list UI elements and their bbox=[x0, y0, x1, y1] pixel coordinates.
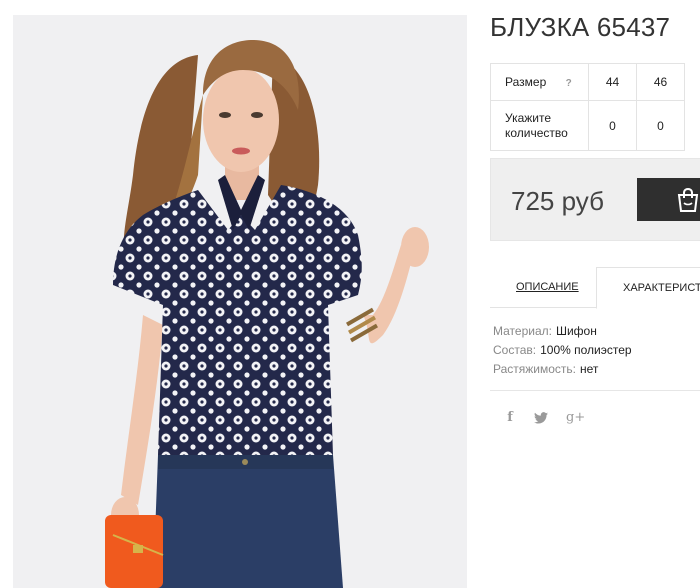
spec-key: Растяжимость: bbox=[493, 362, 577, 376]
twitter-icon[interactable] bbox=[534, 411, 548, 424]
spec-row-composition: Состав: 100% полиэстер bbox=[493, 341, 632, 360]
quantity-label: Укажите количество bbox=[490, 100, 589, 151]
size-label: Размер bbox=[505, 75, 547, 89]
characteristics-list: Материал: Шифон Состав: 100% полиэстер Рас… bbox=[493, 322, 632, 379]
quantity-input-46[interactable]: 0 bbox=[636, 100, 685, 151]
size-label-cell: Размер ? bbox=[490, 63, 589, 101]
product-title: БЛУЗКА 65437 bbox=[490, 12, 671, 42]
shopping-bag-icon bbox=[677, 187, 699, 212]
facebook-icon[interactable]: f bbox=[504, 410, 516, 425]
price-panel: 725 руб bbox=[490, 158, 700, 241]
spec-value: нет bbox=[580, 362, 599, 376]
spec-row-stretch: Растяжимость: нет bbox=[493, 360, 632, 379]
size-quantity-table: Размер ? 44 46 Укажите количество 0 0 bbox=[490, 63, 685, 151]
quantity-input-44[interactable]: 0 bbox=[588, 100, 637, 151]
size-option-44[interactable]: 44 bbox=[588, 63, 637, 101]
product-tabs: ОПИСАНИЕ ХАРАКТЕРИСТИКИ bbox=[490, 267, 700, 309]
spec-value: 100% полиэстер bbox=[540, 343, 632, 357]
google-plus-icon[interactable]: g+ bbox=[566, 410, 585, 425]
spec-key: Состав: bbox=[493, 343, 537, 357]
size-option-46[interactable]: 46 bbox=[636, 63, 685, 101]
size-help-icon[interactable]: ? bbox=[566, 78, 572, 89]
quantity-row: Укажите количество 0 0 bbox=[490, 100, 685, 151]
social-share: f g+ bbox=[504, 410, 585, 425]
tab-characteristics[interactable]: ХАРАКТЕРИСТИКИ bbox=[596, 267, 700, 309]
spec-row-material: Материал: Шифон bbox=[493, 322, 632, 341]
spec-value: Шифон bbox=[555, 324, 597, 338]
product-photo[interactable] bbox=[13, 15, 467, 588]
spec-key: Материал: bbox=[493, 324, 552, 338]
price-value: 725 руб bbox=[511, 186, 604, 216]
tab-description[interactable]: ОПИСАНИЕ bbox=[516, 267, 579, 308]
add-to-cart-button[interactable] bbox=[637, 178, 700, 221]
size-row: Размер ? 44 46 bbox=[490, 63, 685, 101]
divider bbox=[490, 390, 700, 391]
model-illustration bbox=[13, 15, 467, 588]
